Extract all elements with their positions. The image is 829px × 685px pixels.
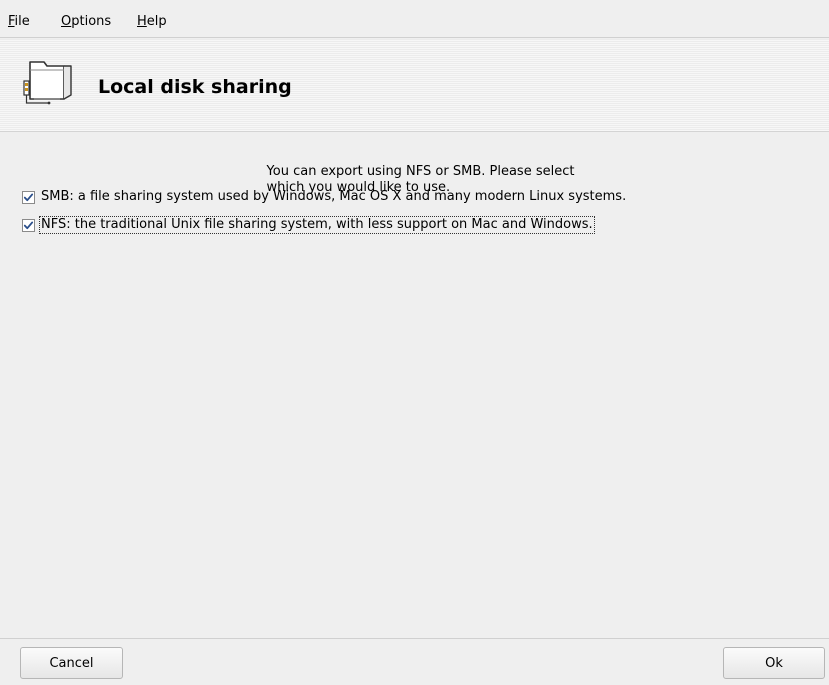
- option-nfs[interactable]: NFS: the traditional Unix file sharing s…: [22, 215, 595, 235]
- menu-file[interactable]: File: [8, 14, 30, 30]
- checkmark-icon: [23, 221, 34, 229]
- option-smb[interactable]: SMB: a file sharing system used by Windo…: [22, 187, 627, 207]
- smb-checkbox[interactable]: [22, 190, 35, 204]
- nfs-checkbox[interactable]: [22, 218, 35, 232]
- folder-sharing-icon: [20, 55, 74, 109]
- menu-bar: File Options Help: [0, 0, 829, 38]
- checkmark-icon: [23, 193, 34, 201]
- header-banner: Local disk sharing: [0, 39, 829, 132]
- smb-label[interactable]: SMB: a file sharing system used by Windo…: [40, 189, 627, 205]
- page-title: Local disk sharing: [98, 76, 292, 98]
- nfs-label[interactable]: NFS: the traditional Unix file sharing s…: [39, 216, 595, 234]
- cancel-button[interactable]: Cancel: [20, 647, 123, 679]
- menu-help[interactable]: Help: [137, 14, 167, 30]
- button-bar-separator: [0, 638, 829, 639]
- menu-options[interactable]: Options: [61, 14, 111, 30]
- ok-button[interactable]: Ok: [723, 647, 825, 679]
